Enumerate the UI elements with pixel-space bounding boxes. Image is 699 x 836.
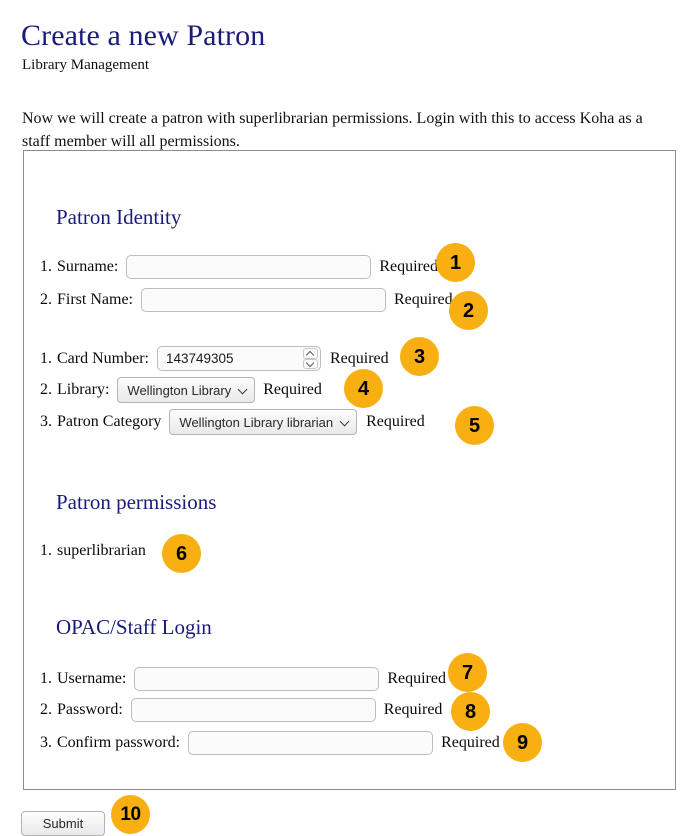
field-index-patron-category: 3. [40,413,52,430]
field-row-patron-category: 3. Patron Category Wellington Library li… [40,409,425,435]
required-label-first-name: Required [394,291,453,308]
callout-badge-7: 7 [448,653,487,692]
required-label-username: Required [387,670,446,687]
field-index-first-name: 2. [40,291,52,308]
callout-badge-2: 2 [449,291,488,330]
field-index-library: 2. [40,381,52,398]
permission-index: 1. [40,542,52,559]
field-index-card-number: 1. [40,349,52,367]
field-index-confirm-password: 3. [40,734,52,751]
card-number-spin-buttons[interactable] [302,348,318,369]
callout-badge-5: 5 [455,406,494,445]
spinner-up-icon[interactable] [302,348,318,359]
page-subtitle: Library Management [22,57,150,73]
field-label-card-number: Card Number: [57,349,149,367]
section-heading-opac-staff-login: OPAC/Staff Login [56,615,212,639]
permission-label: superlibrarian [57,542,146,559]
patron-category-select-value: Wellington Library librarian [179,414,334,430]
confirm-password-input[interactable] [188,731,434,755]
field-label-password: Password: [57,701,123,718]
field-row-library: 2. Library: Wellington Library Required [40,377,322,403]
required-label-surname: Required [379,258,438,275]
first-name-input[interactable] [141,288,386,312]
card-number-stepper[interactable] [156,346,321,371]
library-select[interactable]: Wellington Library [117,377,256,403]
field-label-surname: Surname: [57,258,119,275]
callout-badge-6: 6 [162,534,201,573]
submit-button[interactable]: Submit [21,811,105,836]
field-label-confirm-password: Confirm password: [57,734,181,751]
field-row-password: 2. Password: Required [40,698,442,722]
username-input[interactable] [134,667,380,691]
callout-badge-4: 4 [344,369,383,408]
section-heading-patron-permissions: Patron permissions [56,490,217,514]
field-label-username: Username: [57,670,127,687]
section-heading-patron-identity: Patron Identity [56,205,182,229]
patron-form-panel [23,150,676,790]
field-row-surname: 1. Surname: Required [40,255,438,279]
required-label-confirm-password: Required [441,734,500,751]
password-input[interactable] [130,698,376,722]
callout-badge-3: 3 [400,337,439,376]
field-label-patron-category: Patron Category [57,413,162,430]
required-label-card-number: Required [329,349,389,367]
callout-badge-8: 8 [451,692,490,731]
field-row-confirm-password: 3. Confirm password: Required [40,731,500,755]
field-row-username: 1. Username: Required [40,667,446,691]
callout-badge-10: 10 [111,795,150,834]
field-label-library: Library: [57,381,110,398]
card-number-input[interactable] [156,346,321,371]
callout-badge-9: 9 [503,723,542,762]
field-row-first-name: 2. First Name: Required [40,288,453,312]
field-index-password: 2. [40,701,52,718]
field-row-card-number: 1. Card Number: Required [40,346,389,371]
intro-paragraph: Now we will create a patron with superli… [22,110,643,150]
library-select-value: Wellington Library [127,382,232,398]
required-label-library: Required [263,381,322,398]
page-title: Create a new Patron [21,19,266,53]
callout-badge-1: 1 [436,243,475,282]
spinner-down-icon[interactable] [302,358,318,369]
field-index-username: 1. [40,670,52,687]
permission-item-superlibrarian: 1. superlibrarian [40,541,146,561]
required-label-password: Required [383,701,443,718]
required-label-patron-category: Required [366,413,425,430]
chevron-down-icon [340,418,349,427]
chevron-down-icon [238,386,247,395]
field-label-first-name: First Name: [57,291,133,308]
surname-input[interactable] [126,255,372,279]
patron-category-select[interactable]: Wellington Library librarian [169,409,358,435]
field-index-surname: 1. [40,258,52,275]
